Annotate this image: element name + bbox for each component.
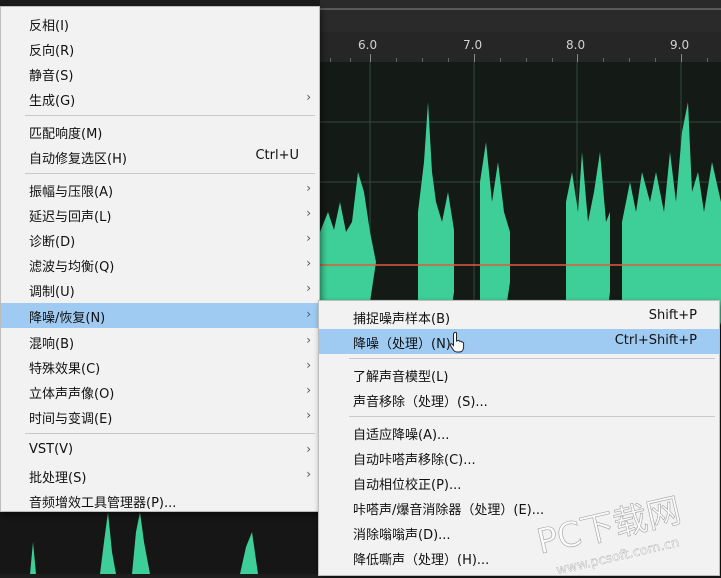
mouse-cursor-icon: [449, 331, 465, 353]
menu-item-label: 反向(R): [29, 44, 75, 59]
menu-item-special-effects[interactable]: 特殊效果(C) ›: [1, 354, 319, 379]
menu-item-shortcut: Ctrl+Shift+P: [614, 333, 697, 348]
menu-item-label: 自动咔嗒声移除(C)...: [353, 453, 476, 468]
watermark: PC下载网 www.pcsoft.com.cn: [528, 476, 721, 578]
menu-item-label: 批处理(S): [29, 471, 87, 486]
submenu-arrow-icon: ›: [306, 383, 311, 397]
menu-item-label: 捕捉噪声样本(B): [353, 312, 451, 327]
menu-item-label: 特殊效果(C): [29, 362, 101, 377]
ruler-tick-label: 8.0: [566, 38, 586, 52]
menu-item-label: 自动修复选区(H): [29, 152, 127, 167]
ruler-tick-label: 7.0: [463, 38, 483, 52]
menu-item-label: 咔嗒声/爆音消除器（处理）(E)...: [353, 503, 545, 518]
submenu-arrow-icon: ›: [306, 467, 311, 481]
menu-item-label: 滤波与均衡(Q): [29, 260, 115, 275]
menu-item-silence[interactable]: 静音(S): [1, 61, 319, 86]
submenu-item-sound-remover[interactable]: 声音移除（处理）(S)...: [319, 387, 719, 412]
menu-item-noise-reduction[interactable]: 降噪/恢复(N) ›: [1, 303, 319, 328]
menu-item-label: 时间与变调(E): [29, 412, 113, 427]
menu-item-label: 匹配响度(M): [29, 127, 103, 142]
menu-item-filter-eq[interactable]: 滤波与均衡(Q) ›: [1, 252, 319, 277]
menu-item-delay-echo[interactable]: 延迟与回声(L) ›: [1, 202, 319, 227]
menu-item-label: 降噪（处理）(N)...: [353, 337, 464, 352]
submenu-item-capture-noise-print[interactable]: 捕捉噪声样本(B) Shift+P: [319, 304, 719, 329]
menu-item-label: 振幅与压限(A): [29, 185, 114, 200]
menu-item-label: 消除嗡嗡声(D)...: [353, 528, 451, 543]
menu-item-shortcut: Ctrl+U: [255, 148, 299, 163]
menu-separator: [349, 358, 715, 359]
menu-item-label: 诊断(D): [29, 235, 76, 250]
menu-item-time-pitch[interactable]: 时间与变调(E) ›: [1, 404, 319, 429]
submenu-arrow-icon: ›: [306, 307, 311, 321]
submenu-arrow-icon: ›: [306, 408, 311, 422]
submenu-arrow-icon: ›: [306, 231, 311, 245]
menu-item-invert[interactable]: 反相(I): [1, 11, 319, 36]
menu-item-label: 反相(I): [29, 19, 69, 34]
submenu-arrow-icon: ›: [306, 256, 311, 270]
menu-item-match-loudness[interactable]: 匹配响度(M): [1, 119, 319, 144]
menu-item-shortcut: Shift+P: [648, 308, 697, 323]
menu-separator: [25, 433, 315, 434]
menu-item-label: 自适应降噪(A)...: [353, 428, 450, 443]
menu-item-label: 静音(S): [29, 69, 74, 84]
menu-item-plugin-manager[interactable]: 音频增效工具管理器(P)...: [1, 488, 319, 513]
menu-item-modulation[interactable]: 调制(U) ›: [1, 277, 319, 302]
menu-item-amplitude[interactable]: 振幅与压限(A) ›: [1, 177, 319, 202]
menu-item-label: 延迟与回声(L): [29, 210, 112, 225]
menu-item-label: 声音移除（处理）(S)...: [353, 395, 488, 410]
watermark-logo-icon: PC下载网 www.pcsoft.com.cn: [533, 490, 685, 578]
submenu-arrow-icon: ›: [306, 281, 311, 295]
submenu-arrow-icon: ›: [306, 333, 311, 347]
menu-item-reverb[interactable]: 混响(B) ›: [1, 329, 319, 354]
menu-item-batch[interactable]: 批处理(S) ›: [1, 463, 319, 488]
menu-item-label: 自动相位校正(P)...: [353, 478, 462, 493]
submenu-item-auto-click-remover[interactable]: 自动咔嗒声移除(C)...: [319, 445, 719, 470]
submenu-item-learn-sound-model[interactable]: 了解声音模型(L): [319, 362, 719, 387]
ruler-tick-label: 6.0: [358, 38, 378, 52]
submenu-arrow-icon: ›: [306, 181, 311, 195]
waveform-lower-track[interactable]: [0, 512, 320, 574]
menu-item-stereo-imagery[interactable]: 立体声声像(O) ›: [1, 379, 319, 404]
menu-item-generate[interactable]: 生成(G) ›: [1, 86, 319, 111]
menu-item-reverse[interactable]: 反向(R): [1, 36, 319, 61]
effects-menu: 反相(I) 反向(R) 静音(S) 生成(G) › 匹配响度(M) 自动修复选区(…: [0, 6, 320, 512]
menu-item-label: 了解声音模型(L): [353, 370, 449, 385]
menu-separator: [349, 416, 715, 417]
menu-item-label: 降低嘶声（处理）(H)...: [353, 553, 490, 568]
menu-item-auto-heal[interactable]: 自动修复选区(H) Ctrl+U: [1, 144, 319, 169]
menu-item-diagnostics[interactable]: 诊断(D) ›: [1, 227, 319, 252]
menu-item-label: 音频增效工具管理器(P)...: [29, 496, 177, 511]
time-ruler[interactable]: 6.0 7.0 8.0 9.0: [320, 32, 721, 63]
menu-item-label: VST(V): [29, 442, 74, 457]
menu-item-label: 生成(G): [29, 94, 76, 109]
menu-item-label: 降噪/恢复(N): [29, 311, 106, 326]
submenu-arrow-icon: ›: [306, 206, 311, 220]
menu-separator: [25, 173, 315, 174]
submenu-arrow-icon: ›: [306, 442, 311, 456]
submenu-item-noise-reduction-process[interactable]: 降噪（处理）(N)... Ctrl+Shift+P: [319, 329, 719, 354]
menu-separator: [25, 115, 315, 116]
overview-strip[interactable]: [320, 0, 721, 33]
menu-item-label: 混响(B): [29, 337, 75, 352]
submenu-arrow-icon: ›: [306, 358, 311, 372]
ruler-tick-label: 9.0: [670, 38, 690, 52]
menu-item-vst[interactable]: VST(V) ›: [1, 438, 319, 463]
menu-item-label: 调制(U): [29, 285, 75, 300]
submenu-arrow-icon: ›: [306, 90, 311, 104]
submenu-item-adaptive-noise-reduction[interactable]: 自适应降噪(A)...: [319, 420, 719, 445]
menu-item-label: 立体声声像(O): [29, 387, 115, 402]
